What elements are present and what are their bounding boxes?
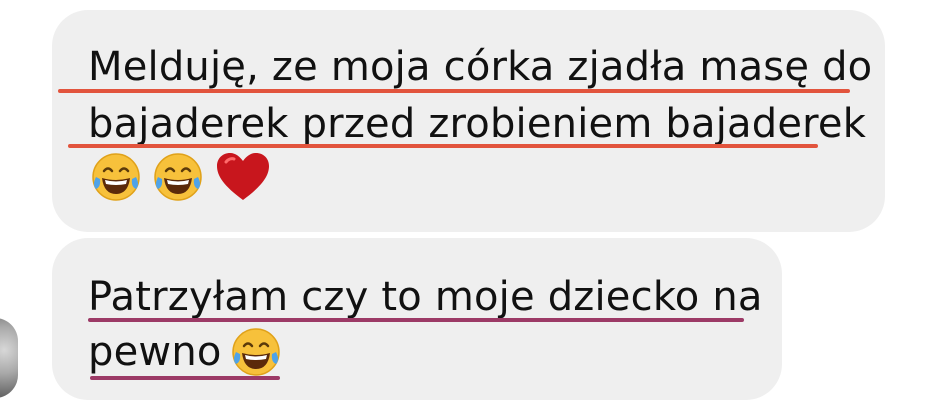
face-with-tears-of-joy-icon [232,328,280,376]
highlight-underline [68,144,818,148]
emoji-row [90,150,272,204]
message-line: pewno [88,329,222,375]
sender-avatar[interactable] [0,318,18,398]
message-line: Patrzyłam czy to moje dziecko na [88,274,763,320]
highlight-underline [88,318,744,322]
red-heart-icon [217,153,269,200]
emoji-row [230,326,292,378]
face-with-tears-of-joy-icon [92,153,140,201]
message-line: Melduję, ze moja córka zjadła masę do [88,44,873,90]
highlight-underline [58,89,850,93]
face-with-tears-of-joy-icon [154,153,202,201]
message-line: bajaderek przed zrobieniem bajaderek [88,101,867,147]
